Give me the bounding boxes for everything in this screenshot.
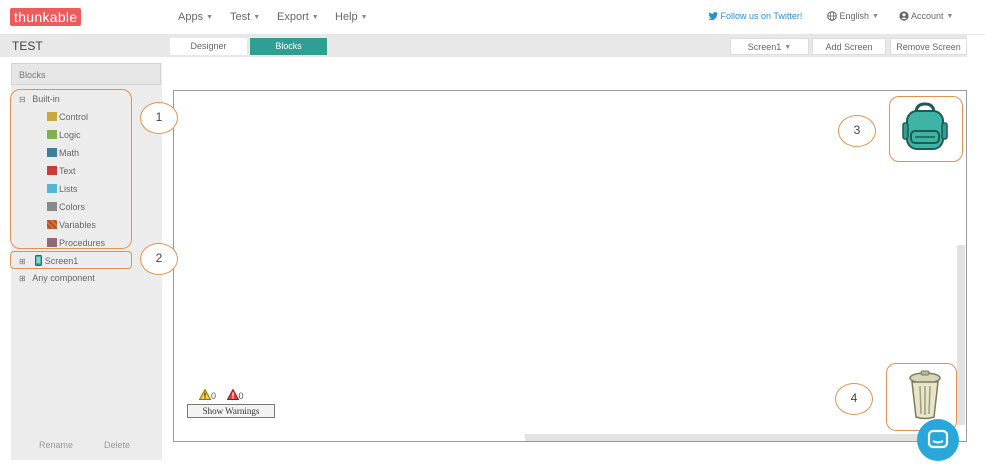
account-label: Account: [911, 11, 944, 21]
globe-icon: [827, 11, 837, 21]
screen-select-dropdown[interactable]: Screen1 ▼: [730, 38, 809, 55]
delete-button[interactable]: Delete: [104, 440, 130, 450]
errors-count: 0: [238, 391, 244, 401]
tab-blocks[interactable]: Blocks: [250, 38, 327, 55]
twitter-follow-label: Follow us on Twitter!: [720, 11, 803, 21]
user-circle-icon: [899, 11, 909, 21]
warnings-count: 0: [211, 391, 217, 401]
chevron-down-icon: ▼: [206, 14, 214, 21]
export-menu[interactable]: Export ▼: [277, 11, 319, 23]
any-component-label: Any component: [32, 273, 95, 283]
error-triangle-icon: [226, 388, 239, 400]
account-menu[interactable]: Account ▼: [899, 11, 953, 21]
apps-menu-label: Apps: [178, 11, 204, 23]
thunkable-logo[interactable]: thunkable: [10, 8, 82, 26]
export-menu-label: Export: [277, 11, 309, 23]
chevron-down-icon: ▼: [946, 13, 954, 20]
chevron-down-icon: ▼: [311, 14, 319, 21]
twitter-bird-icon: [708, 12, 718, 21]
highlight-builtin-group: [10, 89, 132, 249]
highlight-backpack: [889, 96, 963, 162]
apps-menu[interactable]: Apps ▼: [178, 11, 213, 23]
chat-bubble-icon: [927, 429, 949, 449]
callout-3: 3: [838, 115, 876, 147]
twitter-follow-link[interactable]: Follow us on Twitter!: [708, 11, 802, 21]
chat-launcher-button[interactable]: [917, 419, 959, 461]
language-menu[interactable]: English ▼: [827, 11, 879, 21]
help-menu-label: Help: [335, 11, 358, 23]
warnings-counter: 0 0: [198, 388, 244, 401]
any-component-tree-node[interactable]: ⊞ Any component: [19, 273, 95, 283]
screen-select-value: Screen1: [747, 42, 782, 52]
test-menu-label: Test: [230, 11, 251, 23]
help-menu[interactable]: Help ▼: [335, 11, 368, 23]
tab-designer[interactable]: Designer: [170, 38, 247, 55]
add-screen-button[interactable]: Add Screen: [812, 38, 886, 55]
vertical-scrollbar[interactable]: [957, 245, 965, 425]
horizontal-scrollbar[interactable]: [525, 434, 935, 441]
warning-triangle-icon: [198, 388, 212, 400]
project-name: TEST: [12, 39, 43, 53]
callout-4: 4: [835, 383, 873, 415]
language-label: English: [839, 11, 870, 21]
remove-screen-button[interactable]: Remove Screen: [890, 38, 967, 55]
blocks-panel-header: Blocks: [11, 63, 161, 85]
chevron-down-icon: ▼: [784, 44, 792, 51]
callout-1: 1: [140, 102, 178, 134]
highlight-screen1: [10, 251, 132, 269]
test-menu[interactable]: Test ▼: [230, 11, 260, 23]
rename-button[interactable]: Rename: [39, 440, 73, 450]
expand-icon[interactable]: ⊞: [19, 274, 26, 283]
callout-2: 2: [140, 243, 178, 275]
chevron-down-icon: ▼: [872, 13, 879, 20]
chevron-down-icon: ▼: [360, 14, 368, 21]
show-warnings-button[interactable]: Show Warnings: [187, 404, 275, 418]
chevron-down-icon: ▼: [253, 14, 261, 21]
